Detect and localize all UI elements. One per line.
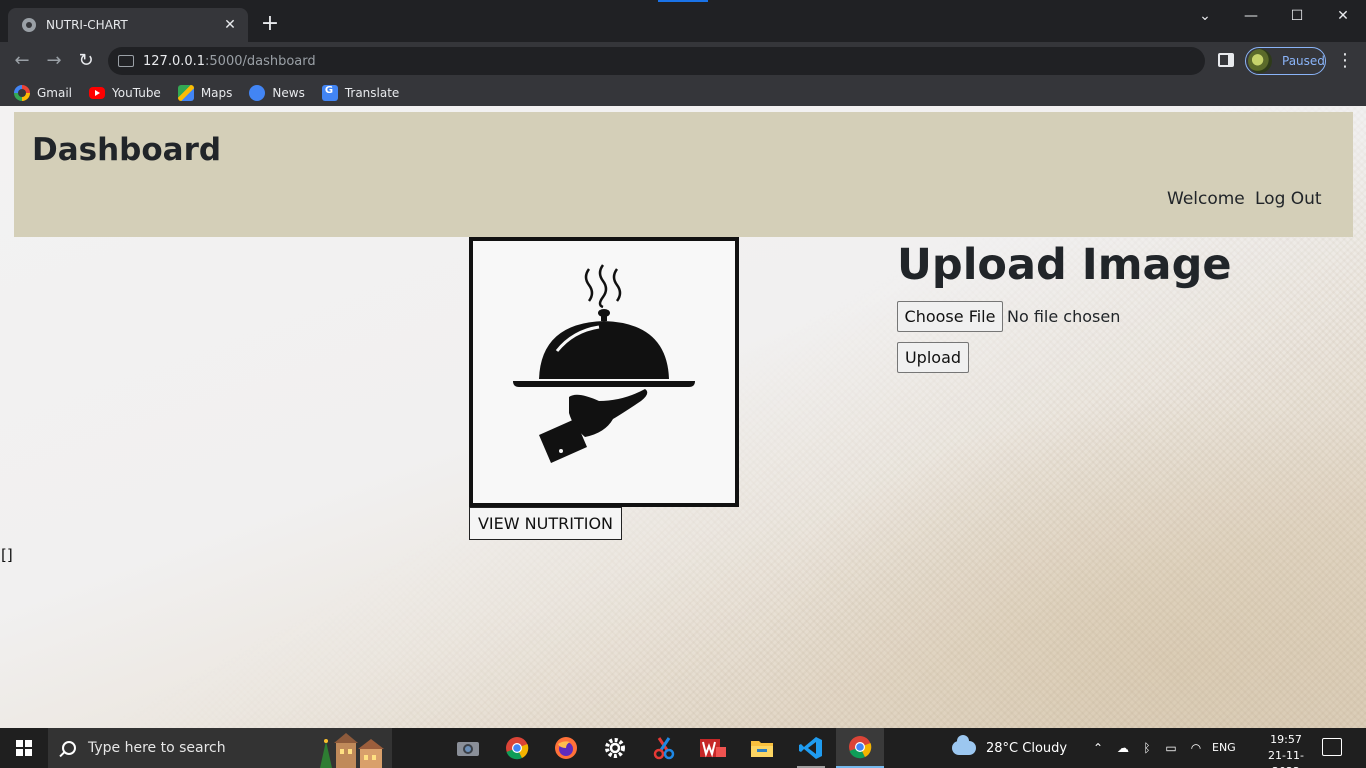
chrome-app-icon[interactable] — [493, 728, 541, 768]
avatar — [1248, 49, 1272, 73]
search-highlight-art-icon — [320, 733, 384, 768]
browser-menu-icon[interactable]: ⋮ — [1336, 50, 1354, 72]
bookmark-label: News — [272, 86, 305, 100]
view-nutrition-button[interactable]: VIEW NUTRITION — [469, 507, 622, 540]
bookmarks-bar: Gmail YouTube Maps News Translate — [0, 80, 1366, 106]
clock-date: 21-11-2022 — [1268, 749, 1304, 768]
youtube-icon — [89, 87, 106, 99]
translate-icon — [321, 85, 338, 101]
browser-tab[interactable]: NUTRI-CHART ✕ — [8, 8, 248, 42]
weather-widget[interactable]: 28°C Cloudy — [952, 728, 1067, 768]
address-bar[interactable]: 127.0.0.1:5000/dashboard — [108, 47, 1205, 75]
windows-taskbar: Type here to search 28°C Cloudy ⌃ ☁ ᛒ ▭ … — [0, 728, 1366, 768]
logout-link[interactable]: Log Out — [1255, 189, 1322, 209]
start-button[interactable] — [0, 728, 48, 768]
cloud-icon — [952, 735, 976, 755]
side-panel-icon[interactable] — [1218, 53, 1234, 67]
vscode-app-icon[interactable] — [787, 728, 835, 768]
bookmark-label: YouTube — [112, 86, 161, 100]
chevron-up-icon[interactable]: ⌃ — [1090, 740, 1106, 756]
battery-icon[interactable]: ▭ — [1163, 740, 1179, 756]
welcome-link[interactable]: Welcome — [1167, 189, 1245, 209]
camera-app-icon[interactable] — [444, 728, 492, 768]
browser-toolbar: ← → ↻ 127.0.0.1:5000/dashboard Paused ⋮ — [0, 42, 1366, 80]
bookmark-maps[interactable]: Maps — [177, 85, 233, 101]
bookmark-youtube[interactable]: YouTube — [89, 86, 161, 100]
tab-search-chevron-icon[interactable]: ⌄ — [1182, 6, 1228, 26]
url-path: :5000/dashboard — [205, 53, 316, 69]
profile-status: Paused — [1282, 54, 1325, 68]
snipping-tool-icon[interactable] — [640, 728, 688, 768]
loading-indicator — [658, 0, 708, 2]
food-image — [469, 237, 739, 507]
choose-file-button[interactable]: Choose File — [897, 301, 1003, 332]
new-tab-button[interactable]: + — [258, 12, 282, 36]
profile-button[interactable]: Paused — [1245, 47, 1326, 75]
file-status-text: No file chosen — [1007, 307, 1121, 326]
bookmark-label: Gmail — [37, 86, 73, 100]
tab-title: NUTRI-CHART — [46, 18, 128, 32]
news-icon — [249, 85, 266, 101]
notification-center-icon[interactable] — [1322, 738, 1342, 756]
tab-close-icon[interactable]: ✕ — [222, 17, 238, 33]
winrar-app-icon[interactable] — [689, 728, 737, 768]
back-arrow-icon[interactable]: ← — [9, 48, 35, 74]
globe-icon — [22, 18, 36, 32]
bookmark-translate[interactable]: Translate — [321, 85, 400, 101]
minimize-button[interactable]: — — [1228, 6, 1274, 26]
upload-button[interactable]: Upload — [897, 342, 969, 373]
onedrive-cloud-icon[interactable]: ☁ — [1115, 740, 1131, 756]
windows-logo-icon — [16, 740, 32, 756]
browser-tabstrip: NUTRI-CHART ✕ + ⌄ — ☐ ✕ — [0, 0, 1366, 42]
upload-heading: Upload Image — [897, 240, 1232, 290]
close-window-button[interactable]: ✕ — [1320, 6, 1366, 26]
page-title: Dashboard — [32, 132, 222, 168]
gmail-icon — [14, 85, 30, 101]
maximize-button[interactable]: ☐ — [1274, 6, 1320, 26]
bookmark-label: Translate — [344, 86, 400, 100]
file-explorer-icon[interactable] — [738, 728, 786, 768]
maps-icon — [177, 85, 194, 101]
reload-icon[interactable]: ↻ — [73, 48, 99, 74]
forward-arrow-icon[interactable]: → — [41, 48, 67, 74]
site-info-icon[interactable] — [118, 55, 134, 67]
weather-text: 28°C Cloudy — [986, 740, 1068, 756]
taskbar-search[interactable]: Type here to search — [48, 728, 392, 768]
bookmark-gmail[interactable]: Gmail — [14, 85, 72, 101]
settings-gear-icon[interactable] — [591, 728, 639, 768]
search-placeholder: Type here to search — [88, 740, 226, 756]
firefox-app-icon[interactable] — [542, 728, 590, 768]
page-viewport: Dashboard Welcome Log Out VIEW NUTRITION… — [0, 106, 1366, 728]
search-icon — [62, 741, 76, 755]
serving-cloche-icon — [513, 264, 695, 463]
bookmark-label: Maps — [200, 86, 233, 100]
language-indicator[interactable]: ENG — [1212, 741, 1236, 754]
dashboard-header: Dashboard Welcome Log Out — [14, 112, 1353, 237]
system-clock[interactable]: 19:57 21-11-2022 — [1256, 732, 1316, 768]
bookmark-news[interactable]: News — [249, 85, 305, 101]
chrome-active-app-icon[interactable] — [836, 728, 884, 768]
wifi-icon[interactable]: ◠ — [1188, 740, 1204, 756]
clock-time: 19:57 — [1270, 733, 1302, 746]
bluetooth-icon[interactable]: ᛒ — [1139, 740, 1155, 756]
result-output: [] — [1, 546, 13, 564]
url-host: 127.0.0.1 — [143, 53, 206, 69]
